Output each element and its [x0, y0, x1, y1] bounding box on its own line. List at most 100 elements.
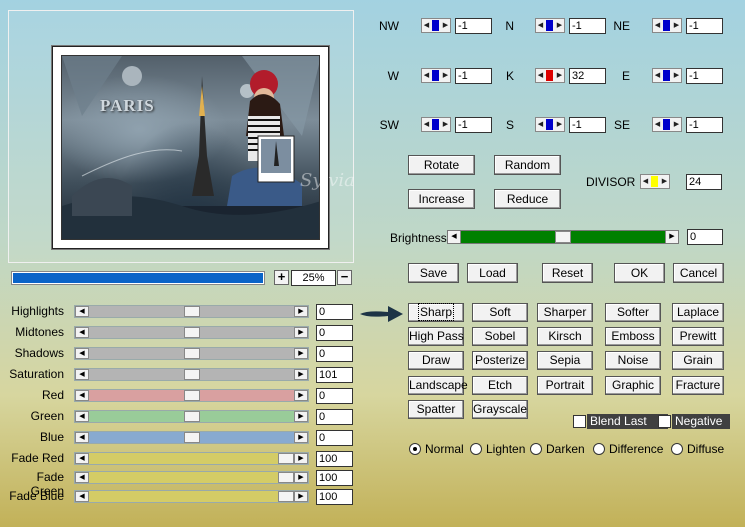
- midtones-right-arrow-icon[interactable]: ▶: [294, 327, 308, 338]
- kernel-e-left-arrow-icon[interactable]: ◀: [653, 69, 662, 82]
- preset-laplace-button[interactable]: Laplace: [672, 303, 724, 322]
- saturation-thumb[interactable]: [183, 369, 200, 380]
- mode-difference-radio[interactable]: [593, 443, 605, 455]
- divisor-scroller[interactable]: ◀ ▶: [640, 174, 670, 189]
- kernel-ne-scroller[interactable]: ◀ ▶: [652, 18, 682, 33]
- kernel-e-right-arrow-icon[interactable]: ▶: [672, 69, 681, 82]
- brightness-field[interactable]: 0: [687, 229, 723, 245]
- zoom-out-button[interactable]: −: [337, 270, 352, 285]
- fade-red-slider[interactable]: ◀ ▶: [74, 452, 309, 465]
- fade-green-left-arrow-icon[interactable]: ◀: [75, 472, 89, 483]
- mode-darken-radio[interactable]: [530, 443, 542, 455]
- preset-draw-button[interactable]: Draw: [408, 351, 464, 370]
- zoom-in-button[interactable]: +: [274, 270, 289, 285]
- kernel-s-right-arrow-icon[interactable]: ▶: [555, 118, 564, 131]
- preset-noise-button[interactable]: Noise: [605, 351, 661, 370]
- highlights-field[interactable]: 0: [316, 304, 353, 320]
- mode-diffuse-radio[interactable]: [671, 443, 683, 455]
- fade-red-right-arrow-icon[interactable]: ▶: [294, 453, 308, 464]
- kernel-ne-left-arrow-icon[interactable]: ◀: [653, 19, 662, 32]
- blue-left-arrow-icon[interactable]: ◀: [75, 432, 89, 443]
- blue-right-arrow-icon[interactable]: ▶: [294, 432, 308, 443]
- divisor-field[interactable]: 24: [686, 174, 722, 190]
- kernel-ne-thumb[interactable]: [663, 20, 670, 31]
- kernel-k-field[interactable]: 32: [569, 68, 606, 84]
- kernel-k-scroller[interactable]: ◀ ▶: [535, 68, 565, 83]
- preset-sharper-button[interactable]: Sharper: [537, 303, 593, 322]
- kernel-s-field[interactable]: -1: [569, 117, 606, 133]
- kernel-n-scroller[interactable]: ◀ ▶: [535, 18, 565, 33]
- preset-emboss-button[interactable]: Emboss: [605, 327, 661, 346]
- fade-blue-field[interactable]: 100: [316, 489, 353, 505]
- blue-field[interactable]: 0: [316, 430, 353, 446]
- kernel-nw-right-arrow-icon[interactable]: ▶: [441, 19, 450, 32]
- kernel-w-left-arrow-icon[interactable]: ◀: [422, 69, 431, 82]
- green-slider[interactable]: ◀ ▶: [74, 410, 309, 423]
- saturation-slider[interactable]: ◀ ▶: [74, 368, 309, 381]
- kernel-w-thumb[interactable]: [432, 70, 439, 81]
- saturation-field[interactable]: 101: [316, 367, 353, 383]
- kernel-ne-right-arrow-icon[interactable]: ▶: [672, 19, 681, 32]
- cancel-button[interactable]: Cancel: [673, 263, 724, 283]
- kernel-w-right-arrow-icon[interactable]: ▶: [441, 69, 450, 82]
- fade-blue-right-arrow-icon[interactable]: ▶: [294, 491, 308, 502]
- kernel-sw-right-arrow-icon[interactable]: ▶: [441, 118, 450, 131]
- kernel-k-right-arrow-icon[interactable]: ▶: [555, 69, 564, 82]
- kernel-se-field[interactable]: -1: [686, 117, 723, 133]
- preset-sepia-button[interactable]: Sepia: [537, 351, 593, 370]
- zoom-level-field[interactable]: 25%: [291, 270, 336, 286]
- kernel-n-field[interactable]: -1: [569, 18, 606, 34]
- kernel-n-thumb[interactable]: [546, 20, 553, 31]
- midtones-slider[interactable]: ◀ ▶: [74, 326, 309, 339]
- kernel-se-thumb[interactable]: [663, 119, 670, 130]
- green-left-arrow-icon[interactable]: ◀: [75, 411, 89, 422]
- kernel-sw-scroller[interactable]: ◀ ▶: [421, 117, 451, 132]
- brightness-thumb[interactable]: [555, 231, 571, 243]
- kernel-nw-thumb[interactable]: [432, 20, 439, 31]
- kernel-s-thumb[interactable]: [546, 119, 553, 130]
- ok-button[interactable]: OK: [614, 263, 665, 283]
- fade-green-field[interactable]: 100: [316, 470, 353, 486]
- kernel-e-field[interactable]: -1: [686, 68, 723, 84]
- shadows-right-arrow-icon[interactable]: ▶: [294, 348, 308, 359]
- blend-last-checkbox[interactable]: [573, 415, 586, 428]
- kernel-s-scroller[interactable]: ◀ ▶: [535, 117, 565, 132]
- blue-slider[interactable]: ◀ ▶: [74, 431, 309, 444]
- kernel-s-left-arrow-icon[interactable]: ◀: [536, 118, 545, 131]
- preset-grayscale-button[interactable]: Grayscale: [472, 400, 528, 419]
- preset-portrait-button[interactable]: Portrait: [537, 376, 593, 395]
- brightness-left-arrow-icon[interactable]: ◀: [448, 231, 461, 243]
- mode-lighten-radio[interactable]: [470, 443, 482, 455]
- fade-red-left-arrow-icon[interactable]: ◀: [75, 453, 89, 464]
- rotate-button[interactable]: Rotate: [408, 155, 475, 175]
- divisor-thumb[interactable]: [651, 176, 658, 187]
- red-right-arrow-icon[interactable]: ▶: [294, 390, 308, 401]
- shadows-field[interactable]: 0: [316, 346, 353, 362]
- preset-landscape-button[interactable]: Landscape: [408, 376, 468, 395]
- shadows-slider[interactable]: ◀ ▶: [74, 347, 309, 360]
- load-button[interactable]: Load: [467, 263, 518, 283]
- divisor-right-arrow-icon[interactable]: ▶: [660, 175, 669, 188]
- red-field[interactable]: 0: [316, 388, 353, 404]
- fade-blue-left-arrow-icon[interactable]: ◀: [75, 491, 89, 502]
- shadows-left-arrow-icon[interactable]: ◀: [75, 348, 89, 359]
- kernel-nw-scroller[interactable]: ◀ ▶: [421, 18, 451, 33]
- kernel-w-scroller[interactable]: ◀ ▶: [421, 68, 451, 83]
- highlights-left-arrow-icon[interactable]: ◀: [75, 306, 89, 317]
- red-thumb[interactable]: [183, 390, 200, 401]
- saturation-right-arrow-icon[interactable]: ▶: [294, 369, 308, 380]
- preset-kirsch-button[interactable]: Kirsch: [537, 327, 593, 346]
- saturation-left-arrow-icon[interactable]: ◀: [75, 369, 89, 380]
- highlights-slider[interactable]: ◀ ▶: [74, 305, 309, 318]
- kernel-k-thumb[interactable]: [546, 70, 553, 81]
- fade-red-thumb[interactable]: [278, 453, 294, 464]
- kernel-se-left-arrow-icon[interactable]: ◀: [653, 118, 662, 131]
- mode-normal-radio[interactable]: [409, 443, 421, 455]
- preset-sobel-button[interactable]: Sobel: [472, 327, 528, 346]
- shadows-thumb[interactable]: [183, 348, 200, 359]
- brightness-right-arrow-icon[interactable]: ▶: [665, 231, 678, 243]
- green-right-arrow-icon[interactable]: ▶: [294, 411, 308, 422]
- preset-etch-button[interactable]: Etch: [472, 376, 528, 395]
- kernel-ne-field[interactable]: -1: [686, 18, 723, 34]
- kernel-w-field[interactable]: -1: [455, 68, 492, 84]
